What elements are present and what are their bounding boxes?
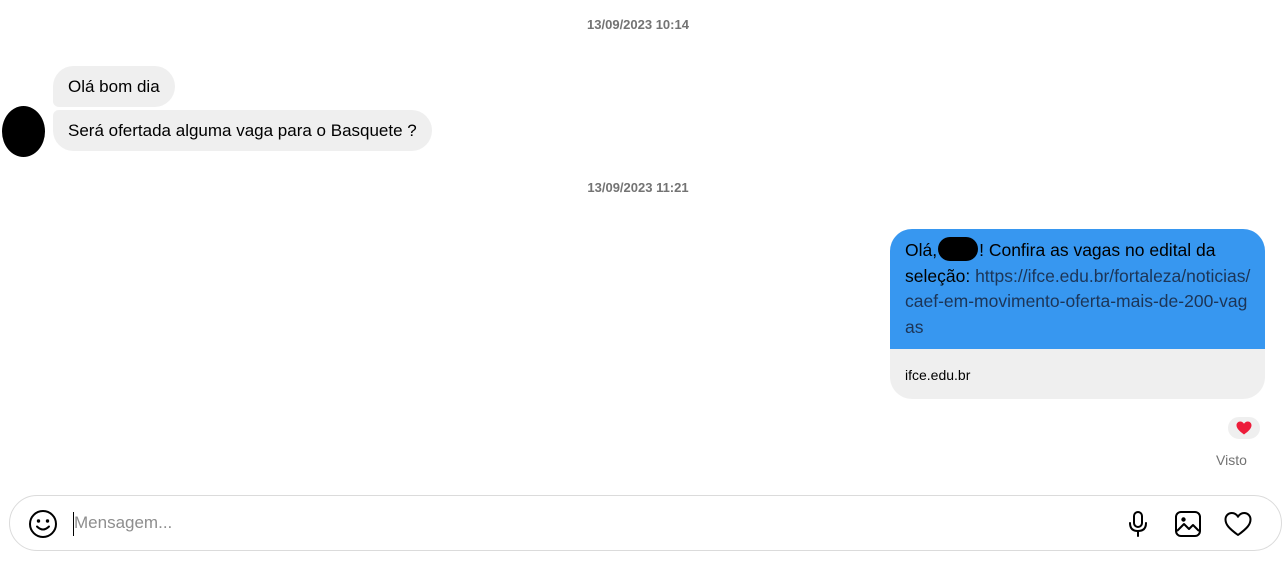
outgoing-message[interactable]: Olá,! Confira as vagas no edital da sele…	[890, 229, 1265, 399]
message-input[interactable]	[74, 508, 1104, 538]
timestamp: 13/09/2023 11:21	[587, 180, 689, 195]
message-text: Será ofertada alguma vaga para o Basquet…	[68, 121, 417, 140]
heart-icon[interactable]	[1223, 509, 1253, 539]
message-text: Olá bom dia	[68, 77, 160, 96]
message-composer	[9, 495, 1282, 551]
microphone-icon[interactable]	[1123, 509, 1153, 539]
timestamp: 13/09/2023 10:14	[587, 17, 689, 32]
dm-thread: 13/09/2023 10:14 Olá bom dia Será oferta…	[0, 0, 1284, 564]
link-preview-domain: ifce.edu.br	[905, 367, 971, 383]
red-heart-emoji-icon	[1236, 421, 1252, 435]
image-icon[interactable]	[1173, 509, 1203, 539]
emoji-icon[interactable]	[28, 509, 58, 539]
seen-status: Visto	[1216, 452, 1247, 468]
avatar[interactable]	[2, 106, 45, 157]
redacted-name	[938, 237, 979, 261]
message-reaction[interactable]	[1226, 415, 1262, 441]
message-body: Olá,! Confira as vagas no edital da sele…	[890, 229, 1265, 349]
greeting-text: Olá,	[905, 240, 938, 260]
incoming-message[interactable]: Olá bom dia	[53, 66, 175, 107]
incoming-message[interactable]: Será ofertada alguma vaga para o Basquet…	[53, 110, 432, 151]
link-preview[interactable]: ifce.edu.br	[890, 349, 1265, 399]
